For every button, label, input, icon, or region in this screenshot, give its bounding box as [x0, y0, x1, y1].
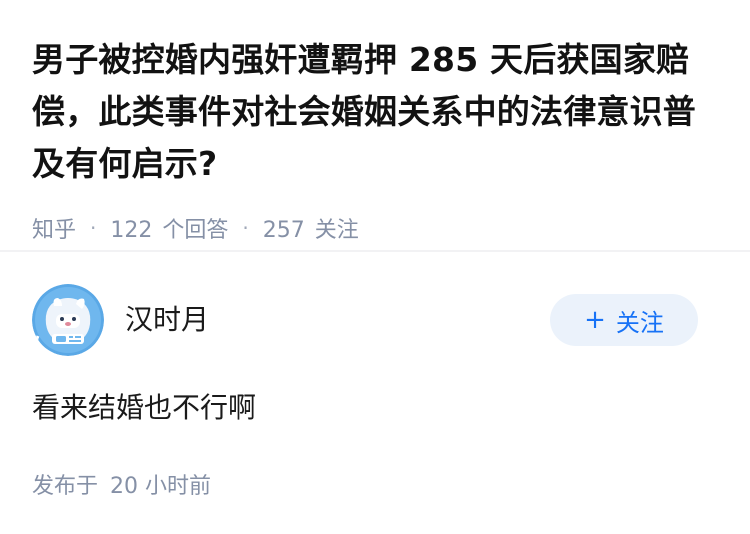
author-name[interactable]: 汉时月: [125, 298, 209, 338]
publish-prefix: 发布于: [32, 474, 99, 499]
follow-button-label: 关注: [615, 308, 664, 337]
answer-content[interactable]: 看来结婚也不行啊: [32, 386, 256, 426]
question-title[interactable]: 男子被控婚内强奸遭羁押 285 天后获国家赔偿，此类事件对社会婚姻关系中的法律意…: [32, 34, 722, 190]
answer-count-link[interactable]: 122 个回答: [110, 212, 228, 244]
follow-count: 257: [262, 218, 305, 243]
section-divider: [0, 250, 750, 252]
site-name[interactable]: 知乎: [32, 212, 76, 244]
answer-count: 122: [110, 218, 153, 243]
question-header: 男子被控婚内强奸遭羁押 285 天后获国家赔偿，此类事件对社会婚姻关系中的法律意…: [32, 34, 722, 244]
follow-count-link[interactable]: 257 关注: [263, 212, 359, 244]
follow-button[interactable]: + 关注: [550, 294, 698, 346]
publish-time-value: 20 小时前: [110, 474, 212, 499]
question-meta: 知乎 · 122 个回答 · 257 关注: [32, 212, 722, 244]
meta-separator: ·: [242, 216, 249, 240]
meta-separator: ·: [90, 216, 97, 240]
publish-time: 发布于 20 小时前: [32, 468, 211, 500]
answer-count-label: 个回答: [162, 218, 229, 243]
plus-icon: +: [584, 305, 606, 335]
follow-count-label: 关注: [314, 218, 359, 243]
cartoon-avatar-icon[interactable]: [32, 284, 104, 356]
answer-author: 汉时月 + 关注: [32, 284, 718, 356]
